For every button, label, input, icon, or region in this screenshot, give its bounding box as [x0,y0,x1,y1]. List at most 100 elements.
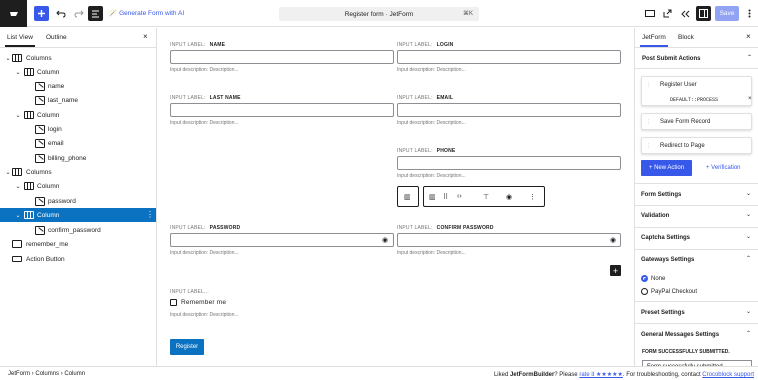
post-submit-actions-header[interactable]: Post Submit Actions ⌃ [635,49,758,69]
columns-icon [12,54,22,62]
captcha-settings-section[interactable]: Captcha Settings ⌄ [634,228,758,250]
remove-icon[interactable]: × [748,96,752,102]
sidebar-tabs: JetForm Block × [635,28,758,48]
parent-block-button[interactable]: ▥ [397,186,419,207]
generate-form-ai-button[interactable]: 🪄 Generate Form with AI [109,9,185,18]
tree-label: Column [37,211,60,219]
chevron-down-icon: ⌄ [15,212,21,219]
tree-item-last-name[interactable]: last_name [0,93,156,107]
add-block-button[interactable] [34,6,49,21]
document-title: Register form · JetForm [344,10,414,18]
chevron-down-icon: ⌄ [745,309,751,315]
gateway-none-radio[interactable] [641,275,648,282]
settings-sidebar-toggle-icon[interactable] [696,6,711,21]
verification-button[interactable]: + Verification [706,165,741,171]
tree-label: Columns [26,54,52,62]
align-top-icon[interactable]: ⊤ [483,193,489,201]
confirm-password-input[interactable] [397,233,621,247]
add-block-inline-button[interactable]: + [610,265,621,276]
action-redirect-to-page[interactable]: ⋮ Redirect to Page [641,137,752,154]
tree-item-columns[interactable]: ⌄ Columns [0,51,156,65]
wand-icon: 🪄 [109,10,118,17]
field-description: Input description: Description... [170,67,239,73]
tree-item-remember-me[interactable]: remember_me [0,237,156,251]
tree-label: billing_phone [48,154,87,162]
options-icon[interactable]: ⋮ [146,210,154,219]
close-icon[interactable]: × [143,32,148,41]
list-view-button[interactable] [88,6,103,21]
tree-item-column-selected[interactable]: ⌄ Column ⋮ [0,208,156,222]
tree-label: name [48,82,65,90]
tree-item-email[interactable]: email [0,136,156,150]
field-description: Input description: Description... [397,250,466,256]
tab-outline[interactable]: Outline [46,34,67,41]
column-icon[interactable]: ▥ [429,193,436,201]
action-save-form-record[interactable]: ⋮ Save Form Record [641,113,752,130]
gateway-paypal-radio[interactable] [641,288,648,295]
remember-me-checkbox[interactable] [170,299,177,306]
collapse-icon[interactable] [678,6,693,21]
tree-item-billing-phone[interactable]: billing_phone [0,151,156,165]
text-field-icon [35,95,45,105]
block-toolbar: ▥ ▥ ⠿ ‹› ⊤ ◉ ⋮ [397,186,545,207]
validation-section[interactable]: Validation ⌄ [634,206,758,228]
register-button[interactable]: Register [170,339,204,355]
tab-jetform[interactable]: JetForm [640,34,668,47]
command-palette-bar[interactable]: Register form · JetForm ⌘K [279,7,479,21]
tree-item-password[interactable]: password [0,194,156,208]
support-link[interactable]: Crocoblock support [702,372,754,378]
redo-button[interactable] [71,6,86,21]
close-icon[interactable]: × [746,32,751,41]
name-input[interactable] [170,50,394,64]
login-input[interactable] [397,50,621,64]
tab-block[interactable]: Block [678,34,694,41]
action-label: Register User [660,82,697,88]
tree-item-action-button[interactable]: Action Button [0,252,156,266]
column-icon [24,68,34,76]
password-input[interactable] [170,233,394,247]
status-bar: JetForm › Columns › Column Liked JetForm… [0,366,758,380]
more-options-icon[interactable]: ⋮ [529,193,536,201]
breadcrumb-item[interactable]: Columns [35,371,59,377]
view-post-icon[interactable] [660,6,675,21]
breadcrumb-item[interactable]: JetForm [8,371,30,377]
eye-icon[interactable]: ◉ [382,236,388,244]
tree-item-column[interactable]: ⌄ Column [0,108,156,122]
drag-handle-icon[interactable]: ⠿ [443,193,448,201]
wordpress-logo[interactable] [0,0,27,27]
preset-settings-section[interactable]: Preset Settings ⌄ [634,302,758,324]
tree-item-login[interactable]: login [0,122,156,136]
undo-button[interactable] [53,6,68,21]
move-arrows-icon[interactable]: ‹› [457,193,462,200]
drag-handle-icon: ⋮ [646,143,651,149]
field-description: Input description: Description... [397,67,466,73]
tree-item-column[interactable]: ⌄ Column [0,65,156,79]
eye-icon[interactable]: ◉ [610,236,616,244]
breadcrumb-item[interactable]: Column [64,371,85,377]
tree-label: password [48,197,76,205]
form-settings-section[interactable]: Form Settings ⌄ [634,183,758,206]
visibility-eye-icon[interactable]: ◉ [506,193,512,201]
preview-icon[interactable] [642,6,657,21]
tree-item-name[interactable]: name [0,79,156,93]
tree-item-confirm-password[interactable]: confirm_password [0,223,156,237]
editor-top-bar: 🪄 Generate Form with AI Register form · … [0,0,758,27]
login-label: INPUT LABEL: LOGIN [397,42,454,48]
tree-label: Columns [26,168,52,176]
phone-input[interactable] [397,156,621,170]
new-action-button[interactable]: + New Action [641,160,692,176]
rate-link[interactable]: rate it ★★★★★ [579,372,623,378]
tree-item-columns[interactable]: ⌄ Columns [0,165,156,179]
save-label: Save [719,10,735,17]
generate-form-label: Generate Form with AI [119,9,185,17]
more-options-icon[interactable] [742,6,757,21]
tab-list-view[interactable]: List View [5,34,35,47]
chevron-down-icon: ⌄ [5,169,11,176]
field-description: Input description: Description... [170,312,239,318]
action-register-user[interactable]: ⋮ Register User DEFAULT::PROCESS × [641,76,752,106]
email-input[interactable] [397,103,621,117]
save-button[interactable]: Save [715,6,739,21]
last-name-input[interactable] [170,103,394,117]
tree-item-column[interactable]: ⌄ Column [0,179,156,193]
general-messages-section[interactable]: General Messages Settings ⌃ [634,324,758,344]
